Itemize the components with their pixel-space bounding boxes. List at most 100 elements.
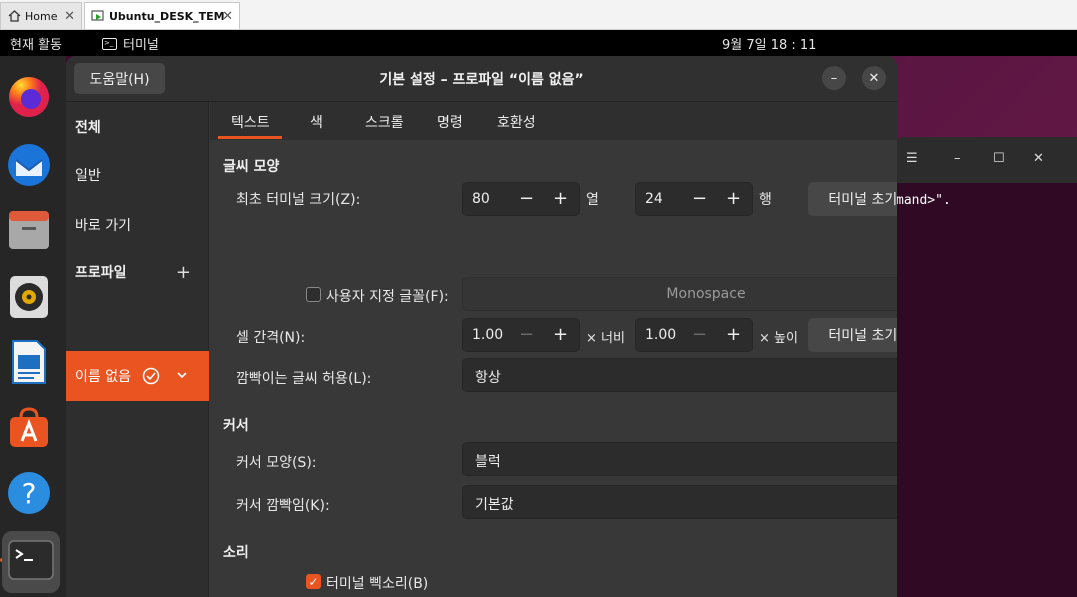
default-check-icon: [142, 367, 160, 389]
initial-size-label: 최초 터미널 크기(Z):: [236, 192, 361, 208]
vm-tab-home[interactable]: Home ✕: [0, 2, 82, 29]
dock-help[interactable]: ?: [6, 472, 52, 518]
dock-terminal[interactable]: [2, 531, 60, 593]
cursor-shape-value: 블럭: [475, 454, 501, 470]
add-profile-button[interactable]: +: [176, 262, 191, 283]
clock[interactable]: 9월 7일 18 : 11: [722, 34, 816, 53]
cell-height-decrease[interactable]: −: [692, 324, 707, 345]
sidebar-item-shortcuts[interactable]: 바로 가기: [66, 200, 209, 250]
minimize-button[interactable]: –: [822, 66, 846, 90]
blink-text-value: 항상: [475, 370, 501, 386]
rows-value[interactable]: 24: [645, 191, 663, 207]
rows-spinner[interactable]: 24 − +: [635, 182, 753, 216]
close-icon[interactable]: ✕: [64, 9, 75, 24]
dock-files[interactable]: [6, 209, 52, 255]
close-icon[interactable]: ✕: [1033, 151, 1044, 166]
cursor-heading: 커서: [223, 418, 249, 434]
rows-decrease[interactable]: −: [692, 188, 707, 209]
vm-tab-ubuntu[interactable]: Ubuntu_DESK_TEM ✕: [84, 2, 240, 29]
thunderbird-icon: [6, 142, 52, 192]
minimize-icon[interactable]: –: [954, 151, 961, 166]
dock: ?: [0, 56, 66, 597]
custom-font-label[interactable]: 사용자 지정 글꼴(F):: [326, 286, 449, 306]
cursor-blink-select[interactable]: 기본값: [462, 485, 897, 519]
window-title: 기본 설정 – 프로파일 “이름 없음”: [379, 72, 584, 88]
rows-unit: 행: [759, 192, 772, 208]
tab-text[interactable]: 텍스트: [231, 112, 270, 132]
cell-height-spinner[interactable]: 1.00 − +: [635, 318, 753, 352]
blink-text-select[interactable]: 항상: [462, 358, 897, 392]
dock-thunderbird[interactable]: [6, 144, 52, 190]
profiles-label: 프로파일: [75, 265, 127, 281]
columns-spinner[interactable]: 80 − +: [462, 182, 580, 216]
dock-app-center[interactable]: [6, 406, 52, 452]
sidebar-item-all[interactable]: 전체: [66, 102, 209, 152]
columns-decrease[interactable]: −: [519, 188, 534, 209]
cell-width-unit: × 너비: [586, 331, 625, 346]
activities-button[interactable]: 현재 활동: [10, 34, 62, 53]
profile-settings: 텍스트 색 스크롤 명령 호환성 글씨 모양 최초 터미널 크기(Z): 80 …: [210, 102, 897, 597]
close-icon[interactable]: ✕: [222, 9, 233, 24]
reset-spacing-button[interactable]: 터미널 초기화(T): [808, 318, 897, 352]
terminal-bell-checkbox[interactable]: ✓: [306, 574, 321, 589]
app-center-icon: [7, 405, 51, 453]
vm-tab-home-label: Home: [25, 9, 58, 23]
dock-rhythmbox[interactable]: [6, 276, 52, 322]
columns-unit: 열: [586, 192, 599, 208]
terminal-icon: [8, 540, 54, 584]
cell-width-decrease[interactable]: −: [519, 324, 534, 345]
tab-scrolling[interactable]: 스크롤: [365, 112, 404, 132]
tab-command[interactable]: 명령: [437, 112, 463, 132]
chevron-down-icon[interactable]: [175, 368, 189, 386]
app-name: 터미널: [123, 38, 159, 53]
firefox-icon: [7, 75, 51, 123]
tab-compatibility[interactable]: 호환성: [497, 112, 536, 132]
background-terminal-header: ☰ – ☐ ✕: [896, 137, 1077, 183]
sound-heading: 소리: [223, 545, 249, 561]
cell-height-unit: × 높이: [759, 331, 798, 346]
cell-width-increase[interactable]: +: [553, 324, 568, 345]
sidebar-item-profile[interactable]: 이름 없음: [66, 351, 209, 401]
close-button[interactable]: ✕: [862, 66, 886, 90]
cell-height-value[interactable]: 1.00: [645, 327, 676, 343]
font-name: Monospace: [666, 286, 746, 302]
cell-width-spinner[interactable]: 1.00 − +: [462, 318, 580, 352]
cursor-shape-label: 커서 모양(S):: [236, 455, 317, 471]
sidebar: 전체 일반 바로 가기 프로파일 + 이름 없음: [66, 102, 209, 597]
tab-bar: 텍스트 색 스크롤 명령 호환성: [210, 102, 897, 140]
custom-font-checkbox[interactable]: [306, 287, 321, 302]
preferences-window: 도움말(H) 기본 설정 – 프로파일 “이름 없음” – ✕ 전체 일반 바로…: [66, 56, 897, 597]
terminal-bell-label[interactable]: 터미널 삑소리(B): [326, 573, 428, 593]
vm-icon: [91, 9, 105, 23]
blink-text-label: 깜빡이는 글씨 허용(L):: [236, 371, 372, 387]
menu-icon[interactable]: ☰: [906, 151, 918, 166]
profile-name: 이름 없음: [75, 369, 131, 385]
terminal-icon: >_: [102, 37, 117, 50]
maximize-icon[interactable]: ☐: [993, 151, 1005, 166]
background-terminal-window[interactable]: ☰ – ☐ ✕ mand>".: [896, 137, 1077, 597]
app-menu[interactable]: >_ 터미널: [102, 34, 159, 53]
help-icon: ?: [6, 470, 52, 520]
dock-firefox[interactable]: [6, 76, 52, 122]
columns-increase[interactable]: +: [553, 188, 568, 209]
dock-libreoffice-writer[interactable]: [6, 340, 52, 387]
active-tab-indicator: [218, 136, 282, 139]
cell-spacing-label: 셀 간격(N):: [236, 330, 306, 346]
vm-tab-ubuntu-label: Ubuntu_DESK_TEM: [109, 9, 225, 23]
home-icon: [7, 9, 21, 23]
appearance-heading: 글씨 모양: [223, 159, 280, 175]
cursor-blink-value: 기본값: [475, 497, 514, 513]
tab-colors[interactable]: 색: [310, 112, 323, 132]
columns-value[interactable]: 80: [472, 191, 490, 207]
sidebar-item-general[interactable]: 일반: [66, 150, 209, 200]
cell-height-increase[interactable]: +: [726, 324, 741, 345]
reset-size-button[interactable]: 터미널 초기화(T): [808, 182, 897, 216]
cursor-shape-select[interactable]: 블럭: [462, 442, 897, 476]
title-bar[interactable]: 도움말(H) 기본 설정 – 프로파일 “이름 없음” – ✕: [66, 56, 897, 102]
cursor-blink-label: 커서 깜빡임(K):: [236, 498, 330, 514]
files-icon: [7, 209, 51, 255]
top-bar: 현재 활동 >_ 터미널 9월 7일 18 : 11: [0, 30, 1077, 56]
rows-increase[interactable]: +: [726, 188, 741, 209]
cell-width-value[interactable]: 1.00: [472, 327, 503, 343]
terminal-output: mand>".: [896, 193, 951, 208]
